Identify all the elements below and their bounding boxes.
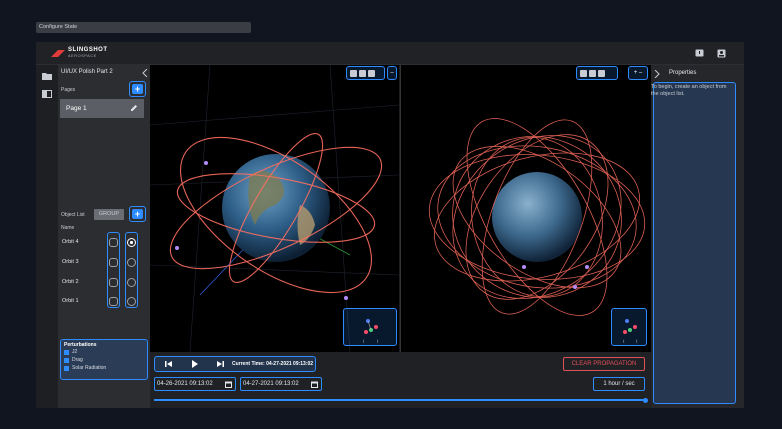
clear-propagation-button[interactable]: CLEAR PROPAGATION <box>563 357 645 371</box>
skip-back-icon[interactable] <box>165 360 173 368</box>
play-icon[interactable] <box>191 360 199 368</box>
folder-icon[interactable] <box>42 72 52 80</box>
collapse-chevron-icon[interactable] <box>142 69 148 77</box>
logo-icon <box>51 50 65 57</box>
configure-state-chip[interactable]: Configure State <box>36 22 251 33</box>
playback-controls: Current Time: 04-27-2021 09:13:02 <box>154 356 316 372</box>
eye-icon[interactable] <box>127 238 136 247</box>
eye-off-icon[interactable] <box>127 297 136 306</box>
layers-icon[interactable] <box>598 70 605 77</box>
scene-toolbar-left <box>346 66 385 80</box>
name-column-header: Name <box>61 225 75 231</box>
end-date-input[interactable]: 04-27-2021 09:13:02 <box>240 377 322 391</box>
eye-off-icon[interactable] <box>127 258 136 267</box>
add-page-button[interactable]: + <box>132 84 143 94</box>
object-name: Orbit 2 <box>62 279 79 285</box>
object-name: Orbit 4 <box>62 239 79 245</box>
object-list-label: Object List <box>61 212 85 218</box>
object-name: Orbit 3 <box>62 259 79 265</box>
eye-off-icon[interactable] <box>127 278 136 287</box>
start-date-input[interactable]: 04-26-2021 09:13:02 <box>154 377 236 391</box>
account-icon[interactable] <box>717 49 726 58</box>
add-object-button[interactable]: + <box>132 209 143 219</box>
playback-rate-select[interactable]: 1 hour / sec <box>593 377 645 391</box>
properties-pane: Properties To begin, create an object fr… <box>651 65 744 408</box>
svg-text:): ) <box>377 338 379 343</box>
checkbox-drag[interactable] <box>64 358 69 363</box>
skip-forward-icon[interactable] <box>216 360 224 368</box>
svg-text:(: ( <box>623 338 625 343</box>
brand-name: SLINGSHOT <box>68 47 108 53</box>
brand-sub: AEROSPACE <box>68 54 97 58</box>
layers-icon[interactable] <box>368 70 375 77</box>
end-date-value: 04-27-2021 09:13:02 <box>243 381 299 387</box>
feedback-icon[interactable] <box>695 49 704 58</box>
timeline-fill <box>154 399 646 401</box>
start-date-value: 04-26-2021 09:13:02 <box>157 381 213 387</box>
viewport-right[interactable]: + – ( ) <box>400 65 651 352</box>
scene-toolbar-right <box>576 66 618 80</box>
page-item[interactable]: Page 1 <box>60 99 144 118</box>
camera-icon[interactable] <box>580 70 587 77</box>
perturbations-panel: Perturbations J2 Drag Solar Radiation <box>60 339 148 380</box>
calendar-icon[interactable] <box>311 381 318 388</box>
app-window: SLINGSHOT AEROSPACE UI/UX Polish Part 2 … <box>36 42 744 408</box>
link-icon[interactable] <box>109 258 118 267</box>
orientation-gizmo-right[interactable]: ( ) <box>611 308 647 346</box>
properties-title: Properties <box>669 70 697 76</box>
scene-menu-left[interactable]: – <box>387 66 397 80</box>
perturbations-label: Perturbations <box>64 342 97 348</box>
svg-text:(: ( <box>363 338 365 343</box>
edit-icon[interactable] <box>130 104 138 112</box>
page-item-label: Page 1 <box>66 105 87 112</box>
orientation-gizmo-left[interactable]: ( ) <box>343 308 397 346</box>
properties-panel: To begin, create an object from the obje… <box>651 82 736 404</box>
link-icon[interactable] <box>109 297 118 306</box>
expand-chevron-icon[interactable] <box>654 70 660 78</box>
checkbox-label: Solar Radiation <box>72 365 107 371</box>
svg-text:): ) <box>636 338 638 343</box>
link-icon[interactable] <box>109 238 118 247</box>
calendar-icon[interactable] <box>225 381 232 388</box>
checkbox-j2[interactable] <box>64 350 69 355</box>
link-icon[interactable] <box>109 278 118 287</box>
checkbox-solar-radiation[interactable] <box>64 366 69 371</box>
timeline-handle[interactable] <box>643 397 648 403</box>
target-icon[interactable] <box>359 70 366 77</box>
left-rail <box>36 65 58 408</box>
top-bar: SLINGSHOT AEROSPACE <box>36 42 744 65</box>
playback-bar: Current Time: 04-27-2021 09:13:02 CLEAR … <box>150 352 651 408</box>
gizmo-axes-icon: ( ) <box>363 319 379 343</box>
object-name: Orbit 1 <box>62 298 79 304</box>
properties-hint: To begin, create an object from the obje… <box>651 84 727 97</box>
checkbox-label: Drag <box>72 357 83 363</box>
left-pane: UI/UX Polish Part 2 Pages + Page 1 Objec… <box>58 65 150 408</box>
gizmo-axes-icon: ( ) <box>623 319 638 343</box>
current-time-label: Current Time: 04-27-2021 09:13:02 <box>232 361 314 367</box>
brand-logo: SLINGSHOT AEROSPACE <box>50 47 120 61</box>
checkbox-label: J2 <box>72 349 78 355</box>
timeline-track[interactable] <box>154 397 648 403</box>
project-title: UI/UX Polish Part 2 <box>61 69 113 75</box>
book-icon[interactable] <box>42 90 52 98</box>
viewport-left[interactable]: – ( ) <box>150 65 399 352</box>
pages-label: Pages <box>61 87 76 93</box>
camera-icon[interactable] <box>350 70 357 77</box>
target-icon[interactable] <box>589 70 596 77</box>
scene-menu-right[interactable]: + – <box>628 66 648 80</box>
group-button[interactable]: GROUP <box>94 209 124 220</box>
